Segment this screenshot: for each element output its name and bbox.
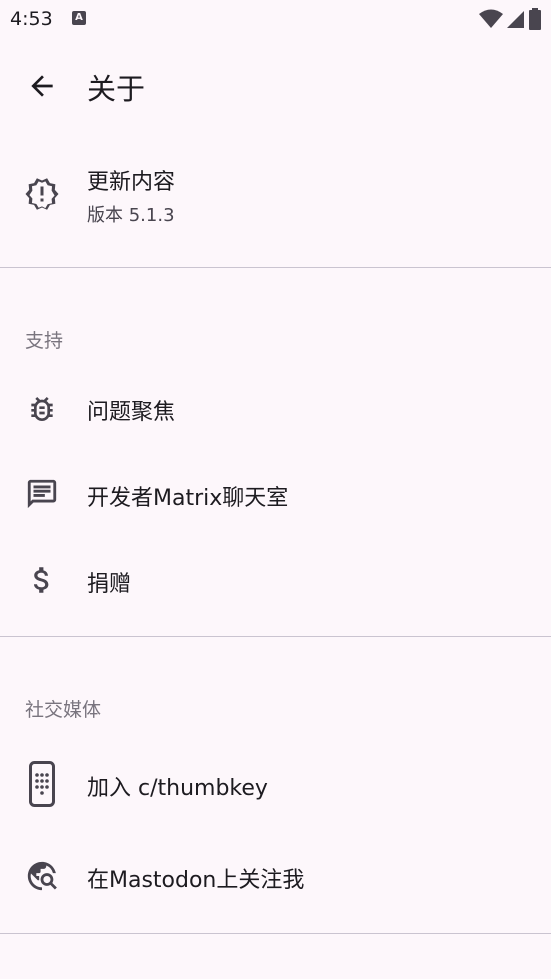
matrix-chat-label: 开发者Matrix聊天室	[87, 486, 289, 511]
divider	[0, 933, 551, 934]
page-title: 关于	[87, 72, 146, 106]
mastodon-item[interactable]: 在Mastodon上关注我	[0, 838, 551, 916]
bug-icon	[24, 391, 60, 427]
battery-icon	[529, 8, 541, 30]
mastodon-label: 在Mastodon上关注我	[87, 868, 305, 893]
social-section-header: 社交媒体	[25, 699, 102, 721]
chat-icon	[24, 476, 60, 512]
issue-tracker-label: 问题聚焦	[87, 400, 176, 425]
whats-new-item[interactable]: 更新内容 版本 5.1.3	[0, 150, 551, 250]
support-section-header: 支持	[25, 330, 64, 352]
wifi-icon	[479, 9, 503, 28]
travel-explore-icon	[24, 858, 60, 894]
keyboard-icon: A	[72, 11, 86, 25]
arrow-back-icon	[31, 75, 53, 97]
system-icons	[479, 8, 541, 30]
version-text: 版本 5.1.3	[87, 205, 175, 226]
join-community-label: 加入 c/thumbkey	[87, 776, 268, 801]
donate-label: 捐赠	[87, 572, 132, 597]
top-app-bar: 关于	[0, 40, 551, 132]
issue-tracker-item[interactable]: 问题聚焦	[0, 370, 551, 448]
new-releases-icon	[24, 176, 60, 212]
back-button[interactable]	[26, 70, 58, 102]
divider	[0, 267, 551, 268]
divider	[0, 636, 551, 637]
donate-item[interactable]: 捐赠	[0, 542, 551, 620]
matrix-chat-item[interactable]: 开发者Matrix聊天室	[0, 456, 551, 534]
phone-keypad-icon	[24, 761, 60, 807]
join-community-item[interactable]: 加入 c/thumbkey	[0, 740, 551, 828]
dollar-icon	[24, 562, 60, 598]
status-bar: 4:53 A	[0, 0, 551, 38]
whats-new-label: 更新内容	[87, 170, 176, 195]
signal-icon	[507, 11, 524, 28]
status-time: 4:53	[10, 8, 53, 30]
